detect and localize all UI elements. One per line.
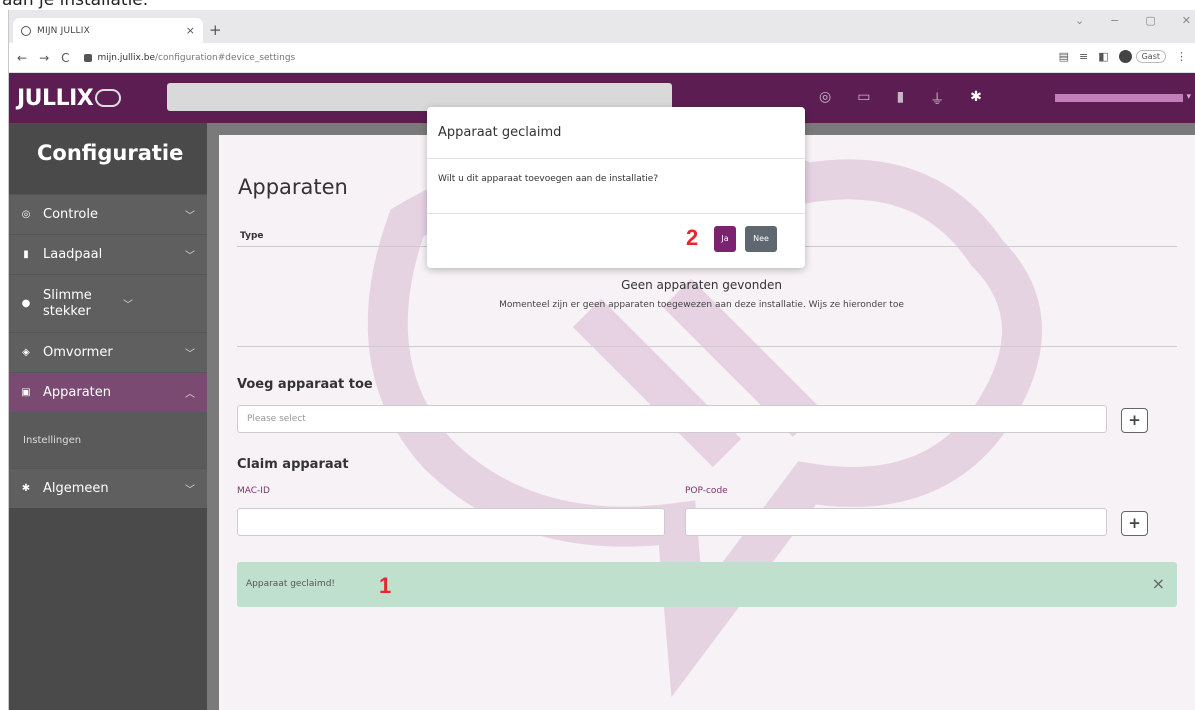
sidebar-item-laadpaal[interactable]: ▮ Laadpaal ﹀ <box>9 234 207 274</box>
toolbar-actions: ▤ ≡ ◧ Gast ⋮ <box>1059 50 1187 63</box>
lock-icon[interactable] <box>83 53 92 62</box>
close-icon[interactable]: × <box>1152 574 1165 593</box>
step-marker-1: 1 <box>379 573 392 598</box>
controller-icon[interactable]: ◎ <box>819 89 831 109</box>
charger-icon[interactable]: ▮ <box>896 89 904 109</box>
page-caption: aan je installatie. <box>2 0 149 10</box>
pop-code-label: POP-code <box>685 486 728 496</box>
dialog-title: Apparaat geclaimd <box>427 107 805 159</box>
sidebar: Configuratie ◎ Controle ﹀ ▮ Laadpaal ﹀ ●… <box>9 123 207 710</box>
user-menu[interactable] <box>1055 94 1183 102</box>
add-device-heading: Voeg apparaat toe <box>237 377 373 392</box>
sidebar-item-controle[interactable]: ◎ Controle ﹀ <box>9 194 207 234</box>
browser-tab[interactable]: MIJN JULLIX × <box>13 18 203 43</box>
mac-id-label: MAC-ID <box>237 486 270 496</box>
sidebar-subitem-instellingen[interactable]: Instellingen <box>9 412 207 468</box>
inverter-icon: ◈ <box>22 347 30 358</box>
chevron-down-icon: ﹀ <box>123 300 133 311</box>
window-controls: ⌄ − ▢ ✕ <box>1075 14 1191 27</box>
browser-window: MIJN JULLIX × + ⌄ − ▢ ✕ ← → C mijn.julli… <box>8 10 1195 710</box>
sidebar-item-slimme-stekker[interactable]: ● Slimme stekker ﹀ <box>9 274 207 332</box>
translate-icon[interactable]: ▤ <box>1059 50 1069 63</box>
battery-icon[interactable]: ▭ <box>857 89 870 109</box>
claim-device-heading: Claim apparaat <box>237 457 349 472</box>
controller-icon: ◎ <box>21 209 31 220</box>
device-type-select[interactable]: Please select <box>237 405 1107 433</box>
cloud-plug-icon <box>95 89 122 107</box>
type-column-header: Type <box>240 231 264 241</box>
dialog-message: Wilt u dit apparaat toevoegen aan de ins… <box>427 159 805 214</box>
chevron-down-icon: ﹀ <box>185 211 195 222</box>
profile-button[interactable]: Gast <box>1118 50 1166 63</box>
plug-icon: ● <box>21 298 31 309</box>
reload-icon[interactable]: C <box>61 51 69 65</box>
chevron-down-icon: ﹀ <box>185 251 195 262</box>
close-tab-icon[interactable]: × <box>186 24 195 37</box>
sidebar-item-apparaten[interactable]: ▣ Apparaten ︿ <box>9 372 207 412</box>
address-bar[interactable]: mijn.jullix.be/configuration#device_sett… <box>98 53 296 63</box>
tab-strip: MIJN JULLIX × + ⌄ − ▢ ✕ <box>9 10 1195 43</box>
pop-code-input[interactable] <box>685 508 1107 536</box>
chevron-down-icon: ﹀ <box>185 349 195 360</box>
sidebar-item-omvormer[interactable]: ◈ Omvormer ﹀ <box>9 332 207 372</box>
mac-id-input[interactable] <box>237 508 665 536</box>
browser-toolbar: ← → C mijn.jullix.be/configuration#devic… <box>9 43 1195 73</box>
divider <box>237 346 1177 347</box>
devices-icon: ▣ <box>21 387 31 398</box>
forward-arrow-icon[interactable]: → <box>39 51 49 65</box>
new-tab-button[interactable]: + <box>209 21 222 39</box>
sidebar-item-algemeen[interactable]: ✱ Algemeen ﹀ <box>9 468 207 508</box>
caret-down-icon[interactable]: ▾ <box>1186 92 1191 102</box>
dialog-footer: 2 Ja Nee <box>427 214 805 268</box>
avatar-icon <box>1118 50 1132 63</box>
empty-state-description: Momenteel zijn er geen apparaten toegewe… <box>499 300 904 310</box>
tab-search-icon[interactable]: ⌄ <box>1075 14 1084 27</box>
alert-message: Apparaat geclaimd! <box>246 579 336 589</box>
chevron-up-icon: ︿ <box>185 389 195 400</box>
success-alert: Apparaat geclaimd! × <box>237 562 1177 607</box>
gear-icon: ✱ <box>21 483 31 494</box>
reading-list-icon[interactable]: ≡ <box>1079 50 1088 63</box>
charger-icon: ▮ <box>23 249 29 260</box>
header-icons: ◎ ▭ ▮ ⏚ ✱ <box>819 89 982 109</box>
profile-label: Gast <box>1135 50 1166 63</box>
claim-device-button[interactable]: + <box>1121 511 1148 536</box>
step-marker-2: 2 <box>686 225 699 250</box>
add-device-button[interactable]: + <box>1121 408 1148 433</box>
sidebar-title: Configuratie <box>37 141 184 165</box>
maximize-icon[interactable]: ▢ <box>1145 14 1155 27</box>
page-title: Apparaten <box>238 175 348 199</box>
menu-icon[interactable]: ⋮ <box>1176 50 1187 63</box>
confirm-dialog: Apparaat geclaimd Wilt u dit apparaat to… <box>427 107 805 268</box>
yes-button[interactable]: Ja <box>714 226 736 252</box>
gear-icon[interactable]: ✱ <box>970 89 982 109</box>
globe-icon <box>21 25 31 36</box>
tab-title: MIJN JULLIX <box>37 25 90 36</box>
minimize-icon[interactable]: − <box>1110 14 1119 27</box>
jullix-logo[interactable]: JULLIX <box>17 86 122 111</box>
chevron-down-icon: ﹀ <box>185 485 195 496</box>
back-arrow-icon[interactable]: ← <box>17 51 27 65</box>
no-button[interactable]: Nee <box>745 226 777 252</box>
sidepanel-icon[interactable]: ◧ <box>1098 50 1108 63</box>
plug-icon[interactable]: ⏚ <box>930 89 944 109</box>
close-window-icon[interactable]: ✕ <box>1182 14 1191 27</box>
empty-state-title: Geen apparaten gevonden <box>621 278 782 292</box>
